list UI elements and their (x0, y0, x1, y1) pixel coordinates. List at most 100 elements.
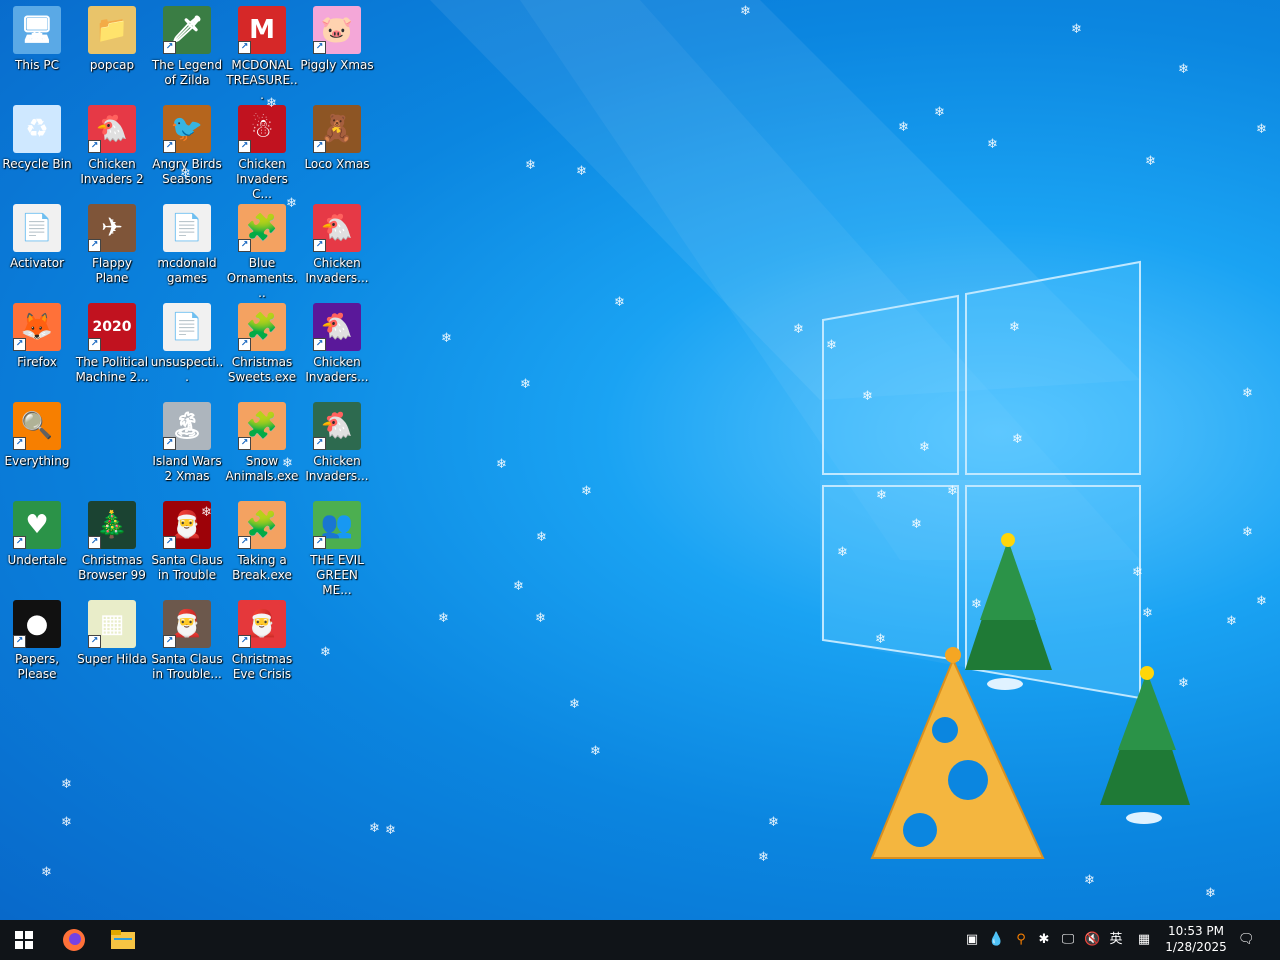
shortcut-arrow-icon: ↗ (163, 536, 176, 549)
tray-everything-icon[interactable]: ⚲ (1013, 932, 1029, 948)
desktop-icon[interactable]: 🧩 ↗ Christmas Sweets.exe (225, 297, 299, 393)
shortcut-arrow-icon: ↗ (88, 635, 101, 648)
desktop-icon-label: unsuspecti... (150, 355, 224, 384)
santa-icon: 🎅 ↗ (238, 600, 286, 648)
desktop-icon-label: MCDONAL TREASURE... (226, 58, 298, 102)
political-2020-icon: 2020 ↗ (88, 303, 136, 351)
desktop-icon-label: Activator (9, 256, 65, 270)
shortcut-arrow-icon: ↗ (163, 437, 176, 450)
desktop-icon[interactable]: 🧩 ↗ Snow Animals.exe (225, 396, 299, 492)
desktop-icon[interactable]: 🐷 ↗ Piggly Xmas (300, 0, 374, 96)
desktop-icon[interactable]: ♥ ↗ Undertale (0, 495, 74, 591)
shortcut-arrow-icon: ↗ (313, 437, 326, 450)
desktop-icon[interactable]: 🎅 ↗ Christmas Eve Crisis (225, 594, 299, 690)
ime-mode-icon[interactable]: ▦ (1136, 932, 1152, 948)
desktop-icon-label: Loco Xmas (304, 157, 370, 171)
desktop-icon-label: Super Hilda (77, 652, 147, 666)
desktop-icon[interactable]: 🏝 ↗ Island Wars 2 Xmas (150, 396, 224, 492)
network-icon[interactable]: 🖵 (1060, 932, 1076, 948)
taskbar: ▣ 💧 ⚲ ✱ 🖵 🔇 英 ▦ 10:53 PM 1/28/2025 🗨 (0, 920, 1280, 960)
clock[interactable]: 10:53 PM 1/28/2025 (1160, 923, 1232, 955)
chicken-icon: 🐔 ↗ (313, 402, 361, 450)
file-icon: 📄 (13, 204, 61, 252)
desktop-icon[interactable]: 🧩 ↗ Taking a Break.exe (225, 495, 299, 591)
shortcut-arrow-icon: ↗ (88, 536, 101, 549)
desktop-icon[interactable]: 2020 ↗ The Political Machine 2... (75, 297, 149, 393)
desktop-icon-label: Chicken Invaders C... (236, 157, 288, 201)
desktop-icon[interactable]: 🐔 ↗ Chicken Invaders 2 (75, 99, 149, 195)
tray-drop-icon[interactable]: 💧 (988, 932, 1004, 948)
shortcut-arrow-icon: ↗ (238, 41, 251, 54)
desktop-icon[interactable]: 🎅 ↗ Santa Claus in Trouble... (150, 594, 224, 690)
notification-center-icon[interactable]: 🗨 (1238, 932, 1255, 948)
magnifier-icon: 🔍 ↗ (13, 402, 61, 450)
desktop-icon[interactable]: 🐔 ↗ Chicken Invaders... (300, 396, 374, 492)
desktop-icon[interactable]: 🦊 ↗ Firefox (0, 297, 74, 393)
computer-icon: 🖥 (13, 6, 61, 54)
desktop-icon[interactable]: 🔍 ↗ Everything (0, 396, 74, 492)
desktop-icon-label: Chicken Invaders 2 (80, 157, 144, 186)
desktop-icon[interactable]: 🧩 ↗ Blue Ornaments... (225, 198, 299, 300)
ime-indicator[interactable]: 英 (1108, 932, 1124, 948)
shortcut-arrow-icon: ↗ (313, 338, 326, 351)
desktop-icon-label: Blue Ornaments... (226, 256, 298, 300)
desktop-icon[interactable]: 🗡 ↗ The Legend of Zilda (150, 0, 224, 96)
taskbar-firefox-button[interactable] (50, 920, 98, 960)
shortcut-arrow-icon: ↗ (13, 437, 26, 450)
start-button[interactable] (0, 920, 48, 960)
shortcut-arrow-icon: ↗ (163, 635, 176, 648)
puzzle-icon: 🧩 ↗ (238, 303, 286, 351)
taskbar-file-explorer-button[interactable] (99, 920, 147, 960)
desktop-icon[interactable]: 📄 unsuspecti... (150, 297, 224, 393)
desktop-icon[interactable]: 🐦 ↗ Angry Birds Seasons (150, 99, 224, 195)
desktop-icon-label: Chicken Invaders... (305, 355, 369, 384)
desktop-icon-label: Piggly Xmas (300, 58, 374, 72)
tray-tool-icon[interactable]: ✱ (1036, 932, 1052, 948)
desktop-icon[interactable]: ☃ ↗ Chicken Invaders C... (225, 99, 299, 201)
puzzle-icon: 🧩 ↗ (238, 501, 286, 549)
santa-icon: 🎅 ↗ (163, 600, 211, 648)
desktop-icon[interactable]: 🎅 ↗ Santa Claus in Trouble (150, 495, 224, 591)
desktop-icon[interactable]: ▦ ↗ Super Hilda (75, 594, 149, 690)
pixel-game-icon: ▦ ↗ (88, 600, 136, 648)
desktop-icon[interactable]: 🐔 ↗ Chicken Invaders... (300, 198, 374, 294)
desktop-icon[interactable]: 👥 ↗ THE EVIL GREEN ME... (300, 495, 374, 597)
desktop-icon-label: THE EVIL GREEN ME... (310, 553, 364, 597)
desktop-icon-label: This PC (15, 58, 59, 72)
desktop-icon[interactable]: 📄 mcdonald games (150, 198, 224, 294)
chicken-icon: 🐔 ↗ (88, 105, 136, 153)
angry-bird-icon: 🐦 ↗ (163, 105, 211, 153)
desktop-icon[interactable]: ● ↗ Papers, Please (0, 594, 74, 690)
shortcut-arrow-icon: ↗ (88, 239, 101, 252)
volume-muted-icon[interactable]: 🔇 (1084, 932, 1100, 948)
desktop-icon-label: Chicken Invaders... (305, 256, 369, 285)
shortcut-arrow-icon: ↗ (238, 239, 251, 252)
shortcut-arrow-icon: ↗ (238, 338, 251, 351)
desktop-icon[interactable]: 🖥 This PC (0, 0, 74, 96)
desktop-icon[interactable]: 🎄 ↗ Christmas Browser 99 (75, 495, 149, 591)
desktop-icon[interactable]: M ↗ MCDONAL TREASURE... (225, 0, 299, 102)
desktop-icon-label: mcdonald games (157, 256, 217, 285)
santa-icon: 🎅 ↗ (163, 501, 211, 549)
desktop-icon-label: Snow Animals.exe (225, 454, 299, 483)
shortcut-arrow-icon: ↗ (313, 140, 326, 153)
desktop-icon-label: Santa Claus in Trouble (151, 553, 223, 582)
shortcut-arrow-icon: ↗ (238, 437, 251, 450)
windows-start-icon (15, 931, 33, 949)
desktop-icon[interactable]: ♻ Recycle Bin (0, 99, 74, 195)
desktop-icon-label: Recycle Bin (2, 157, 72, 171)
desktop-icon[interactable]: ✈ ↗ Flappy Plane (75, 198, 149, 294)
tray-app-icon[interactable]: ▣ (964, 932, 980, 948)
shortcut-arrow-icon: ↗ (88, 140, 101, 153)
shortcut-arrow-icon: ↗ (313, 239, 326, 252)
chicken-icon: 🐔 ↗ (313, 303, 361, 351)
desktop: 🖥 This PC 📁 popcap 🗡 ↗ The Legend of Zilda M ↗ MC… (0, 0, 1280, 920)
desktop-icon[interactable]: 🐔 ↗ Chicken Invaders... (300, 297, 374, 393)
christmas-tree-icon: 🎄 ↗ (88, 501, 136, 549)
desktop-icon[interactable]: 📄 Activator (0, 198, 74, 294)
desktop-icon[interactable]: 📁 popcap (75, 0, 149, 96)
recycle-bin-icon: ♻ (13, 105, 61, 153)
puzzle-icon: 🧩 ↗ (238, 402, 286, 450)
desktop-icon[interactable]: 🧸 ↗ Loco Xmas (300, 99, 374, 195)
file-icon: 📄 (163, 303, 211, 351)
